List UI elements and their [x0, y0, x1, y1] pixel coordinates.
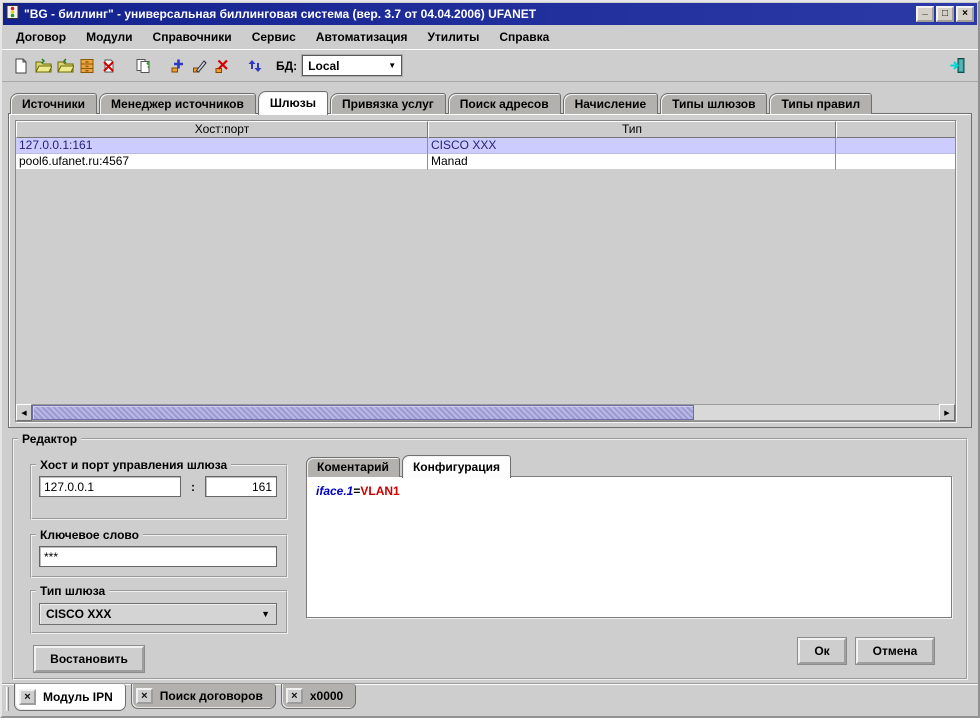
ok-button[interactable]: Ок	[798, 638, 846, 664]
menu-servis[interactable]: Сервис	[242, 26, 306, 48]
close-icon[interactable]: ×	[136, 688, 153, 704]
bottom-tab-x0000[interactable]: × x0000	[281, 684, 356, 709]
gateways-panel: Хост:порт Тип 127.0.0.1:161 CISCO XXX po…	[8, 113, 972, 428]
exit-icon[interactable]	[946, 55, 968, 77]
close-button[interactable]: ×	[956, 6, 974, 22]
gateway-type-value: CISCO XXX	[46, 607, 111, 621]
editor-panel: Редактор Хост и порт управления шлюза : …	[12, 432, 968, 680]
window-title: "BG - биллинг" - универсальная биллингов…	[24, 7, 536, 21]
menu-moduli[interactable]: Модули	[76, 26, 142, 48]
host-port-group: Хост и порт управления шлюза :	[30, 458, 288, 520]
refresh-icon[interactable]	[244, 55, 266, 77]
restore-button[interactable]: Востановить	[34, 646, 144, 672]
close-icon[interactable]: ×	[286, 688, 303, 704]
host-field[interactable]	[39, 476, 181, 497]
scrollbar-track[interactable]	[32, 404, 939, 421]
keyword-group-title: Ключевое слово	[36, 528, 143, 542]
column-header-host[interactable]: Хост:порт	[16, 121, 428, 138]
titlebar[interactable]: "BG - биллинг" - универсальная биллингов…	[3, 3, 977, 25]
tab-poisk-adresov[interactable]: Поиск адресов	[448, 93, 561, 114]
splitter-grip[interactable]	[6, 687, 9, 711]
db-select-value: Local	[308, 59, 339, 73]
column-header-empty	[836, 121, 955, 138]
import-folder-icon[interactable]	[54, 55, 76, 77]
tab-comment[interactable]: Коментарий	[306, 457, 400, 477]
horizontal-scrollbar[interactable]: ◀ ▶	[16, 404, 955, 421]
bottom-tab-modul-ipn[interactable]: × Модуль IPN	[14, 684, 126, 711]
bottom-tab-label: x0000	[310, 689, 343, 703]
open-folder-icon[interactable]	[32, 55, 54, 77]
scrollbar-thumb[interactable]	[32, 405, 694, 420]
edit-record-icon[interactable]	[188, 55, 210, 77]
copy-document-icon[interactable]	[132, 55, 154, 77]
cell-type: Manad	[428, 154, 836, 170]
bottom-tab-label: Модуль IPN	[43, 690, 113, 704]
cell-host: 127.0.0.1:161	[16, 138, 428, 154]
tab-nachislenie[interactable]: Начисление	[563, 93, 659, 114]
bottom-tabbar: × Модуль IPN × Поиск договоров × x0000	[2, 683, 978, 716]
scroll-left-icon[interactable]: ◀	[16, 404, 32, 421]
tab-tipy-pravil[interactable]: Типы правил	[769, 93, 872, 114]
tab-privyazka-uslug[interactable]: Привязка услуг	[330, 93, 446, 114]
menu-avtomatizaciya[interactable]: Автоматизация	[306, 26, 418, 48]
scroll-right-icon[interactable]: ▶	[939, 404, 955, 421]
menubar: Договор Модули Справочники Сервис Автома…	[2, 25, 978, 49]
tab-menedzher-istochnikov[interactable]: Менеджер источников	[99, 93, 256, 114]
minimize-button[interactable]: _	[916, 6, 934, 22]
menu-spravochniki[interactable]: Справочники	[143, 26, 242, 48]
tab-shlyuzy[interactable]: Шлюзы	[258, 91, 328, 115]
configuration-textarea[interactable]: iface.1=VLAN1	[306, 476, 952, 618]
editor-title: Редактор	[18, 432, 81, 446]
cell-empty	[836, 154, 955, 170]
gateways-scrollpane: Хост:порт Тип 127.0.0.1:161 CISCO XXX po…	[15, 120, 956, 422]
archive-drawer-icon[interactable]	[76, 55, 98, 77]
new-document-icon[interactable]	[10, 55, 32, 77]
chevron-down-icon: ▼	[261, 609, 270, 619]
tab-istochniki[interactable]: Источники	[10, 93, 97, 114]
bottom-tab-label: Поиск договоров	[160, 689, 263, 703]
bottom-tab-poisk-dogovorov[interactable]: × Поиск договоров	[131, 684, 276, 709]
table-header: Хост:порт Тип	[16, 121, 955, 138]
editor-tabstrip: Коментарий Конфигурация	[306, 454, 513, 477]
window-controls: _ □ ×	[916, 6, 974, 22]
gateway-type-select[interactable]: CISCO XXX ▼	[39, 603, 277, 625]
keyword-group: Ключевое слово	[30, 528, 288, 578]
host-port-separator: :	[191, 480, 195, 494]
module-tabstrip: Источники Менеджер источников Шлюзы Прив…	[10, 90, 970, 114]
delete-document-icon[interactable]	[98, 55, 120, 77]
menu-dogovor[interactable]: Договор	[6, 26, 76, 48]
menu-spravka[interactable]: Справка	[489, 26, 559, 48]
cell-type: CISCO XXX	[428, 138, 836, 154]
gateway-type-group-title: Тип шлюза	[36, 584, 109, 598]
delete-record-icon[interactable]	[210, 55, 232, 77]
cancel-button[interactable]: Отмена	[856, 638, 934, 664]
gateway-type-group: Тип шлюза CISCO XXX ▼	[30, 584, 288, 634]
db-label: БД:	[276, 59, 297, 73]
add-record-icon[interactable]	[166, 55, 188, 77]
port-field[interactable]	[205, 476, 277, 497]
config-line: iface.1=VLAN1	[316, 484, 400, 498]
tab-tipy-shlyuzov[interactable]: Типы шлюзов	[660, 93, 767, 114]
table-row[interactable]: 127.0.0.1:161 CISCO XXX	[16, 138, 955, 154]
column-header-type[interactable]: Тип	[428, 121, 836, 138]
close-icon[interactable]: ×	[19, 689, 36, 705]
cell-host: pool6.ufanet.ru:4567	[16, 154, 428, 170]
host-port-group-title: Хост и порт управления шлюза	[36, 458, 231, 472]
keyword-field[interactable]	[39, 546, 277, 567]
db-select[interactable]: Local ▼	[302, 55, 402, 76]
toolbar: БД: Local ▼	[2, 49, 978, 82]
maximize-button[interactable]: □	[936, 6, 954, 22]
tab-configuration[interactable]: Конфигурация	[402, 455, 511, 478]
app-icon	[6, 5, 20, 24]
chevron-down-icon: ▼	[388, 61, 396, 70]
app-window: "BG - биллинг" - универсальная биллингов…	[0, 0, 980, 718]
table-row[interactable]: pool6.ufanet.ru:4567 Manad	[16, 154, 955, 170]
menu-utility[interactable]: Утилиты	[417, 26, 489, 48]
cell-empty	[836, 138, 955, 154]
